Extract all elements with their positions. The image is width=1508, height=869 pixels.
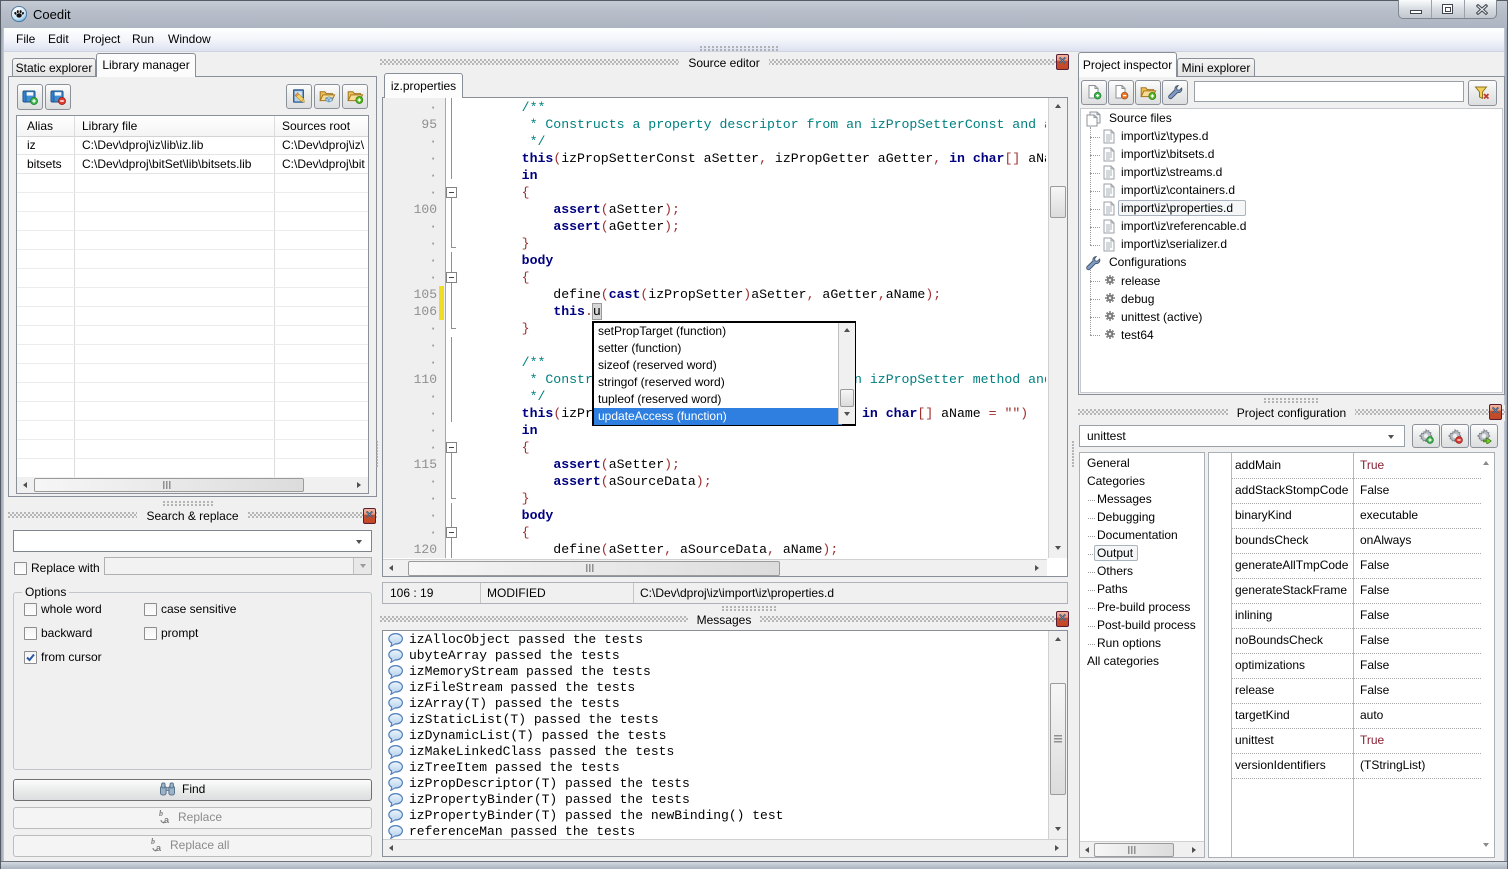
svg-text:b: b bbox=[159, 809, 163, 818]
svg-text:b: b bbox=[151, 837, 155, 846]
svg-text:a: a bbox=[164, 815, 170, 825]
svg-text:a: a bbox=[156, 843, 162, 853]
